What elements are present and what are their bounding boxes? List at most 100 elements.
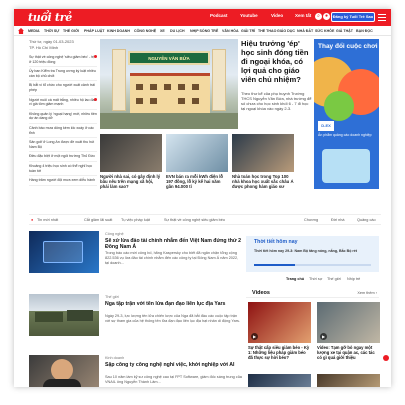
nav-item-the-thao[interactable]: THỂ THAO xyxy=(258,29,276,33)
play-icon[interactable]: ▶ xyxy=(251,333,258,340)
video-thumbnail-next[interactable] xyxy=(248,374,311,387)
video-thumbnail-next[interactable] xyxy=(317,374,380,387)
article-summary: Sau 10 năm làm kỹ sư công nghệ cao tại F… xyxy=(105,375,242,384)
school-building xyxy=(130,73,210,113)
ground xyxy=(100,113,238,129)
new-indicator-icon xyxy=(94,55,97,58)
nav-item-nha-dat[interactable]: NHÀ ĐẤT xyxy=(297,29,313,33)
card-image xyxy=(232,134,294,172)
article-title[interactable]: Sẽ xử lừa đảo tài chính nhắm đến Việt Na… xyxy=(105,238,242,250)
list-item[interactable]: Không quản lý 'ngoại hạng' mới, nhiều ti… xyxy=(29,110,97,124)
nav-item-the-gioi[interactable]: THẾ GIỚI xyxy=(63,29,79,33)
hero-summary: Theo thư kể của phụ huynh Trường THCS Ng… xyxy=(241,91,312,111)
ad-subtitle: Ấn phẩm quảng cáo doanh nghiệp xyxy=(318,133,372,137)
weather-widget-title: Thời tiết hôm nay xyxy=(254,239,298,245)
card-title: Nhà toán học trong Top 100 nhà khoa học … xyxy=(232,174,294,190)
topic-latest[interactable]: Tin mới nhất xyxy=(37,218,58,222)
list-item[interactable]: Sân golf ở Long An được đề xuất thu hút … xyxy=(29,138,97,153)
article-summary: Trong báo cáo mới công bố, hãng Kaspersk… xyxy=(105,251,239,265)
article-category[interactable]: Kinh doanh xyxy=(105,356,124,360)
nav-item-suc-khoe[interactable]: SỨC KHỎE xyxy=(315,29,334,33)
card-title: Người nhà sai, có gây định lý bầu nêu tr… xyxy=(100,174,161,190)
youtube-link[interactable]: Youtube xyxy=(240,13,258,18)
search-icon[interactable]: ⌕ xyxy=(315,13,322,20)
play-icon[interactable]: ▶ xyxy=(320,333,327,340)
topic-right-2[interactable]: Đời nhà xyxy=(331,218,344,222)
nav-item-media[interactable]: MEDIA xyxy=(28,29,40,33)
article-item[interactable]: Thế giới Nga tập trận với tên lửa đạn đạ… xyxy=(29,294,242,339)
nav-item-phap-luat[interactable]: PHÁP LUẬT xyxy=(84,29,105,33)
video-link[interactable]: Video xyxy=(271,13,283,18)
video-title[interactable]: Video: Tạm gỡ bỏ ngay một lượng xe tại q… xyxy=(317,345,380,360)
nav-item-cong-nghe[interactable]: CÔNG NGHỆ xyxy=(134,29,156,33)
hero-headline[interactable]: Hiệu trưởng 'ép' học sinh đóng tiền đi n… xyxy=(241,39,313,84)
article-title[interactable]: Sập công ty công nghệ nghỉ việc, khởi ng… xyxy=(105,362,242,368)
list-item[interactable]: Khoảng 4 triệu học sinh có thể nghỉ học … xyxy=(29,162,97,177)
tab-the-gioi[interactable]: Thế giới xyxy=(327,277,341,281)
school-sign: NGUYỄN VĂN BỨA xyxy=(128,51,210,65)
tab-home[interactable]: Trang chủ xyxy=(286,277,304,281)
nav-item-xe[interactable]: XE xyxy=(160,29,165,33)
list-item[interactable]: Cảnh báo mưa dông kèm lốc xoáy ở các tỉn… xyxy=(29,124,97,139)
new-indicator-icon xyxy=(94,97,97,101)
nav-item-kinh-doanh[interactable]: KINH DOANH xyxy=(107,29,130,33)
nav-item-du-lich[interactable]: DU LỊCH xyxy=(170,29,185,33)
nav-item-giao-duc[interactable]: GIÁO DỤC xyxy=(277,29,295,33)
news-card[interactable]: Người nhà sai, có gây định lý bầu nêu tr… xyxy=(100,134,162,190)
nav-item-gia-that[interactable]: GIẢ THẬT xyxy=(336,29,353,33)
podcast-link[interactable]: Podcast xyxy=(210,13,228,18)
hamburger-menu-icon[interactable] xyxy=(378,12,386,22)
article-category[interactable]: Công nghệ xyxy=(105,232,124,236)
weather-widget[interactable]: Thời tiết hôm nay Thời tiết hôm nay 29-3… xyxy=(246,236,379,272)
news-card[interactable]: Nhà toán học trong Top 100 nhà khoa học … xyxy=(232,134,294,190)
topic-law[interactable]: Tụ việc pháp luật xyxy=(121,218,150,222)
current-date: Thứ tư, ngày 01-03-2023 xyxy=(29,39,74,44)
register-button[interactable]: Đăng ký Tuổi Trẻ Sao xyxy=(331,12,375,22)
weather-location[interactable]: TP. Hồ Chí Minh xyxy=(29,45,58,50)
weather-widget-text[interactable]: Thời tiết hôm nay 29-3: Nam Bộ tăng nóng… xyxy=(254,249,364,254)
videos-more-link[interactable]: Xem thêm › xyxy=(357,291,377,295)
video-card[interactable]: ▶ Sự thật cấp siêu giảm béo - Kỳ 1: Nhữn… xyxy=(248,302,311,360)
advertisement[interactable]: Thay đổi cuộc chơi D-EX Ấn phẩm quảng cá… xyxy=(314,39,379,189)
topic-slimming[interactable]: Sự thật về công nghệ siêu giảm béo xyxy=(164,218,225,222)
list-item[interactable]: Hàng trăm người đội mưa xem diễu hành xyxy=(29,176,97,186)
article-category[interactable]: Thế giới xyxy=(105,295,119,299)
home-icon[interactable] xyxy=(18,28,24,34)
card-image xyxy=(100,134,162,172)
tab-thoi-su[interactable]: Thời sự xyxy=(309,277,322,281)
nav-item-nhip-song-tre[interactable]: NHỊP SỐNG TRẺ xyxy=(190,29,218,33)
list-item[interactable]: Bị bắt vì tổ chức cho người xuất cảnh tr… xyxy=(29,81,97,96)
nav-item-giai-tri[interactable]: GIẢI TRÍ xyxy=(241,29,255,33)
article-title[interactable]: Nga tập trận với tên lửa đạn đạo liên lụ… xyxy=(105,301,242,307)
news-card[interactable]: EVN bán ra mỗi kWh điện lỗ 197 đồng, lỗ … xyxy=(166,134,228,190)
video-thumbnail: ▶ xyxy=(248,302,311,343)
list-item[interactable]: Người nuôi cá mất trắng, nhiều hộ lao đa… xyxy=(29,96,97,110)
ad-logo: D-EX xyxy=(318,121,334,131)
videos-header: Videos Xem thêm › xyxy=(246,289,379,298)
gate-pillar-left xyxy=(112,49,126,111)
list-item[interactable]: Sự thật về công nghệ 'siêu giảm béo' - t… xyxy=(29,53,97,68)
list-item[interactable]: Điều đặc biệt ở một ngôi trường Thủ Đức xyxy=(29,152,97,162)
video-card[interactable]: ▶ Video: Tạm gỡ bỏ ngay một lượng xe tại… xyxy=(317,302,380,360)
list-item[interactable]: Ủy ban Kiểm tra Trung ương kỷ luật nhiều… xyxy=(29,67,97,82)
article-item[interactable]: Kinh doanh Sập công ty công nghệ nghỉ vi… xyxy=(29,355,242,387)
topic-right-1[interactable]: Chương xyxy=(304,218,318,222)
tab-nhip-tre[interactable]: Nhịp trẻ xyxy=(347,277,360,281)
scroll-top-icon[interactable] xyxy=(383,355,389,361)
main-nav: MEDIA THỜI SỰ THẾ GIỚI PHÁP LUẬT KINH DO… xyxy=(14,26,391,36)
nav-item-van-hoa[interactable]: VĂN HÓA xyxy=(222,29,239,33)
nav-item-thoi-su[interactable]: THỜI SỰ xyxy=(44,29,59,33)
article-summary: Ngày 29-3, lực lượng tên lửa chiến lược … xyxy=(105,314,240,323)
more-link[interactable]: Xem tất xyxy=(295,13,311,18)
nav-item-ban-doc[interactable]: BẠN ĐỌC xyxy=(356,29,373,33)
topic-bar: ● Tin mới nhất Cắt giảm lãi suất Tụ việc… xyxy=(29,214,381,225)
video-tabs: Trang chủ Thời sự Thế giới Nhịp trẻ xyxy=(246,276,379,284)
topic-interest[interactable]: Cắt giảm lãi suất xyxy=(84,218,112,222)
article-item[interactable]: Công nghệ Sẽ xử lừa đảo tài chính nhắm đ… xyxy=(29,231,242,276)
site-logo[interactable]: tuổi trẻ xyxy=(28,11,72,24)
topic-right-3[interactable]: Quảng cáo xyxy=(357,218,376,222)
user-icon[interactable]: ● xyxy=(323,13,330,20)
video-title[interactable]: Sự thật cấp siêu giảm béo - Kỳ 1: Những … xyxy=(248,345,311,360)
page-frame: tuổi trẻ Podcast Youtube Video Xem tất ⌕… xyxy=(14,9,391,387)
hero-image[interactable]: NGUYỄN VĂN BỨA xyxy=(100,39,238,129)
